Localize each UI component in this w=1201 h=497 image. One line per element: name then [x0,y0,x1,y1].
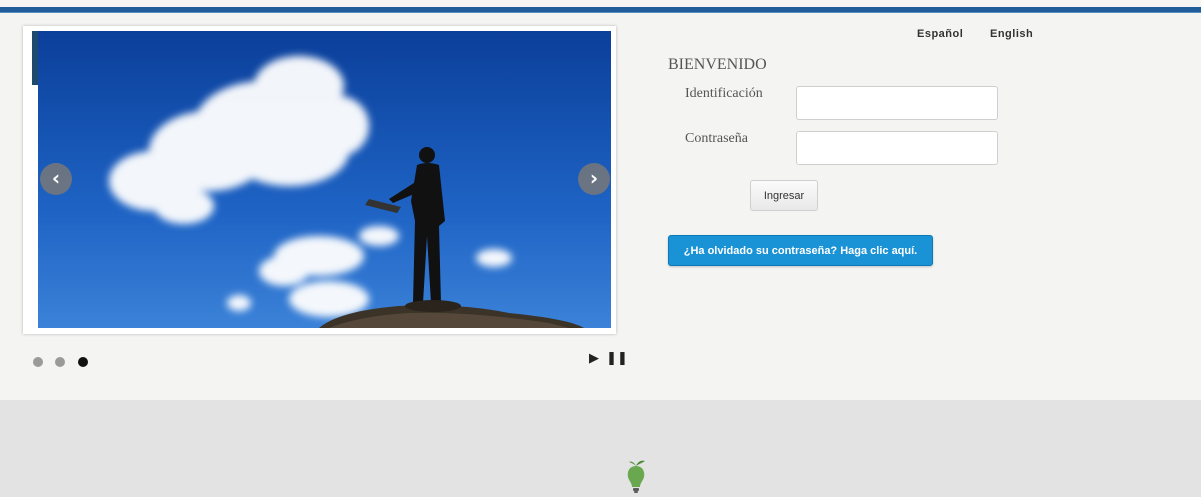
identification-label: Identificación [685,86,763,101]
slider-pagination [33,354,96,367]
slider-controls: ▶ ❚❚ [589,351,631,366]
slide-dot-2[interactable] [55,357,66,367]
play-icon[interactable]: ▶ [589,351,599,366]
slide-dot-3[interactable] [77,357,88,367]
top-bar [0,7,1201,13]
chevron-left-icon[interactable]: ‹ [40,163,72,195]
pause-icon[interactable]: ❚❚ [606,351,628,366]
password-input[interactable] [796,131,998,165]
image-slider [23,26,616,334]
language-link-english[interactable]: English [990,28,1033,40]
identification-input[interactable] [796,86,998,120]
slide-dot-1[interactable] [33,357,43,367]
footer [0,400,1201,497]
slide-photo [29,31,611,328]
slide-left-edge [29,31,38,328]
lightbulb-logo-icon [627,460,645,493]
login-button[interactable]: Ingresar [750,180,818,211]
login-title: BIENVENIDO [668,56,767,73]
password-label: Contraseña [685,131,748,146]
slide-edge-tab [32,31,38,85]
language-link-spanish[interactable]: Español [917,28,963,40]
slide-image [29,31,611,328]
forgot-password-button[interactable]: ¿Ha olvidado su contraseña? Haga clic aq… [668,235,933,266]
chevron-right-icon[interactable]: › [578,163,610,195]
